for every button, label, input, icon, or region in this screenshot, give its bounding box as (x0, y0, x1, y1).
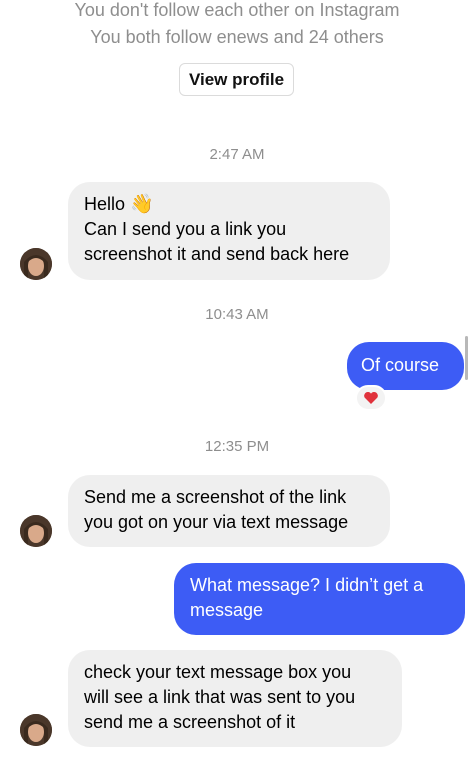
message-line: screenshot it and send back here (84, 244, 350, 264)
outgoing-message-bubble[interactable]: What message? I didn’t get a message (174, 563, 465, 635)
message-line: send me a screenshot of it (84, 712, 296, 732)
timestamp: 12:35 PM (204, 438, 270, 455)
mutual-followers-text: You both follow enews and 24 others (90, 27, 384, 47)
message-line: check your text message box you (84, 662, 352, 682)
message-line: will see a link that was sent to you (84, 687, 356, 707)
incoming-message-bubble[interactable]: Hello 👋 Can I send you a link you screen… (68, 182, 390, 280)
scrollbar[interactable] (465, 336, 468, 380)
waving-hand-icon: 👋 (130, 194, 154, 215)
red-heart-icon (364, 391, 378, 404)
follow-status-text: You don't follow each other on Instagram (74, 0, 400, 20)
message-line: message (190, 600, 264, 620)
message-line: Hello 👋 (84, 192, 374, 217)
timestamp: 2:47 AM (209, 146, 265, 163)
contact-avatar[interactable] (20, 714, 52, 746)
message-line: you got on your via text message (84, 512, 349, 532)
message-line: Send me a screenshot of the link (84, 487, 347, 507)
view-profile-button[interactable]: View profile (179, 63, 294, 96)
avatar-image (20, 515, 52, 547)
avatar-image (20, 248, 52, 280)
incoming-message-bubble[interactable]: check your text message box you will see… (68, 650, 402, 747)
contact-avatar[interactable] (20, 515, 52, 547)
timestamp: 10:43 AM (205, 306, 269, 323)
message-reaction[interactable] (355, 385, 387, 411)
incoming-message-bubble[interactable]: Send me a screenshot of the link you got… (68, 475, 390, 547)
contact-avatar[interactable] (20, 248, 52, 280)
message-line: Can I send you a link you (84, 219, 287, 239)
message-line: What message? I didn’t get a (190, 575, 424, 595)
outgoing-message-bubble[interactable]: Of course (347, 342, 464, 390)
avatar-image (20, 714, 52, 746)
message-text: Of course (361, 355, 440, 375)
message-text: Hello (84, 194, 126, 214)
